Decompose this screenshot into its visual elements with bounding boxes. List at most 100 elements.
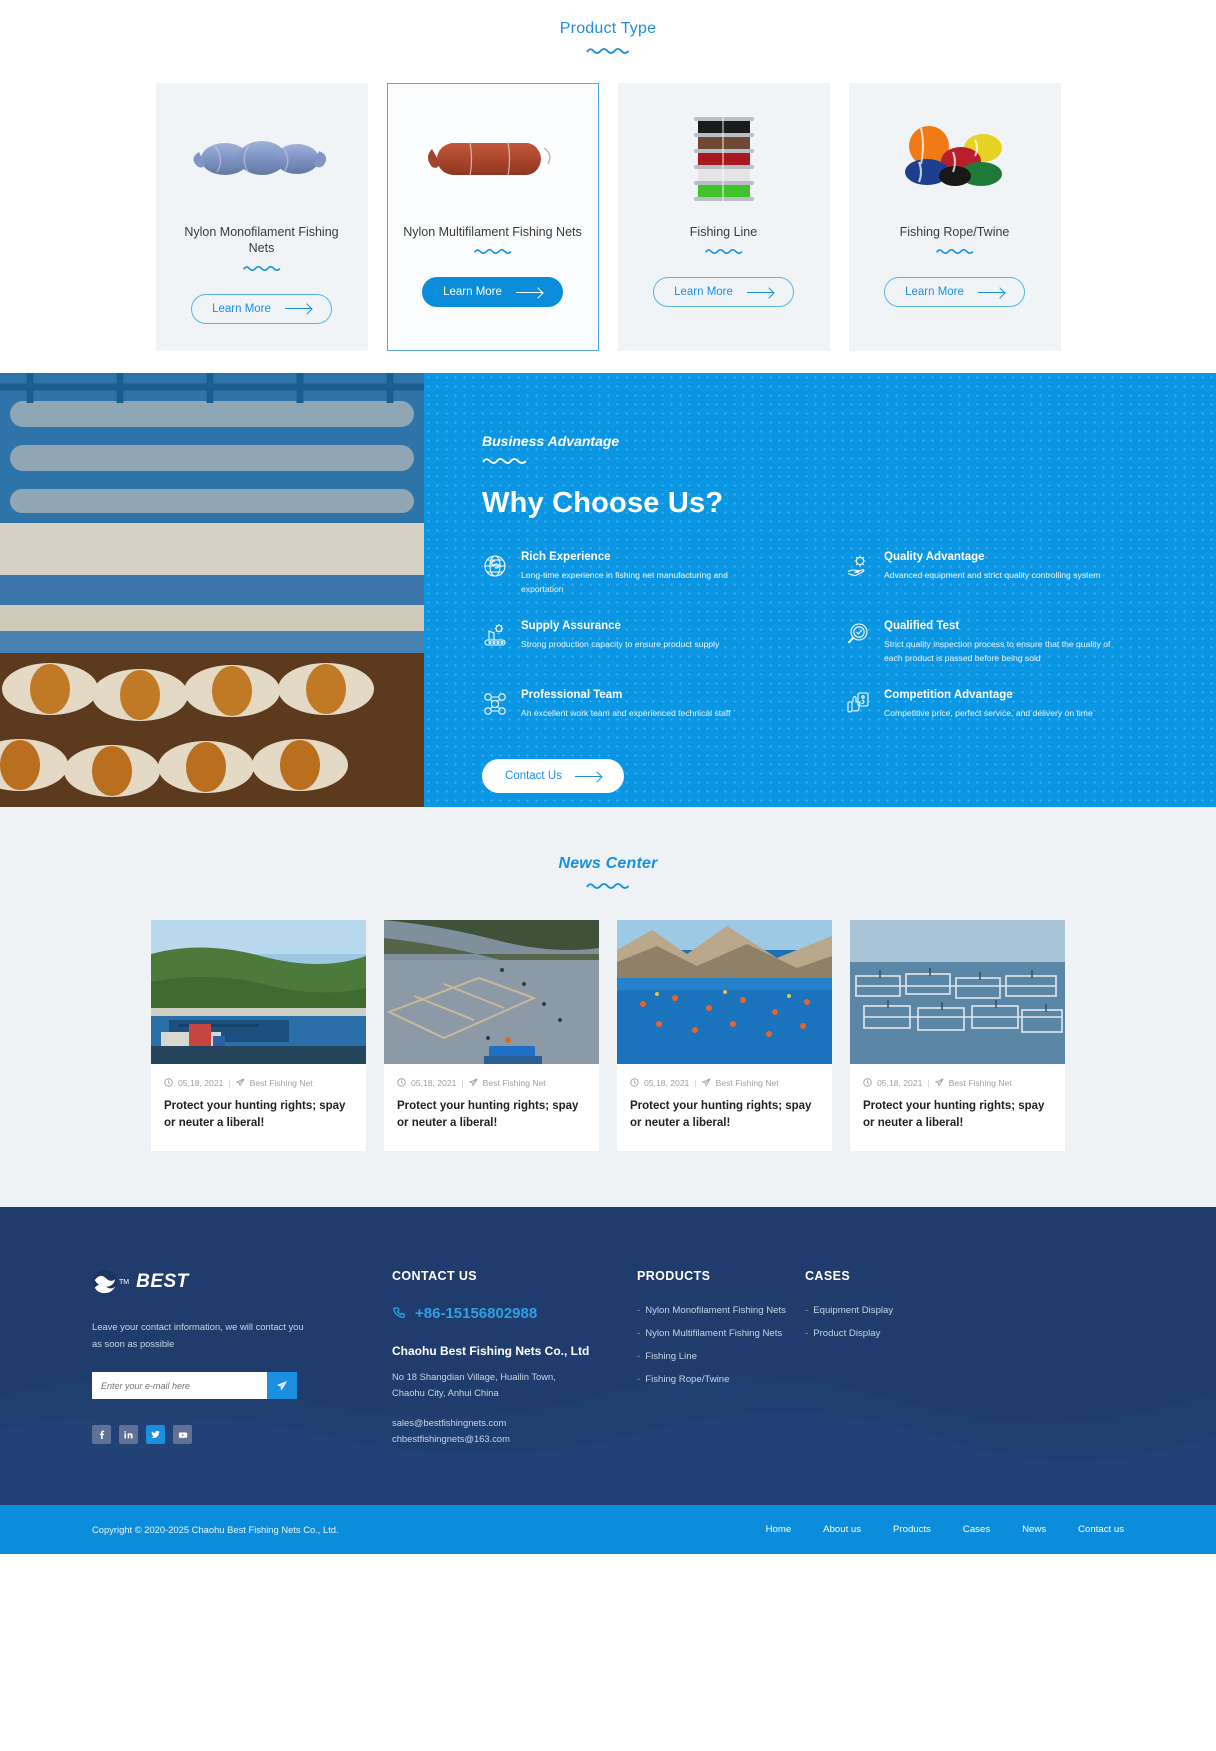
trademark-mark: TM [119,1278,130,1286]
phone-icon [393,1307,405,1319]
news-thumbnail [384,919,599,1064]
product-image-multi [402,110,584,206]
footer-company-name: Chaohu Best Fishing Nets Co., Ltd [392,1344,590,1359]
learn-more-button[interactable]: Learn More [884,277,1025,308]
subscribe-send-button[interactable] [267,1372,297,1400]
footer-address-line2: Chaohu City, Anhui China [392,1387,499,1399]
news-card[interactable]: 05,18, 2021 | Best Fishing Net Protect y… [151,919,366,1152]
news-headline: Protect your hunting rights; spay or neu… [397,1099,579,1130]
footer-nav-home[interactable]: Home [766,1524,792,1535]
feature-title: Competition Advantage [884,689,1013,702]
learn-more-label: Learn More [443,286,502,299]
linkedin-icon[interactable] [119,1425,138,1445]
wave-divider-icon [586,882,630,889]
footer-phone-number: +86-15156802988 [415,1305,538,1323]
email-input[interactable] [92,1372,267,1400]
page-title: Product Type [559,20,657,37]
news-thumbnail [617,919,832,1064]
product-card[interactable]: Nylon Multifilament Fishing Nets Learn M… [386,83,599,351]
news-card-list: 05,18, 2021 | Best Fishing Net Protect y… [0,919,1216,1152]
footer-product-label: Nylon Monofilament Fishing Nets [645,1305,786,1317]
feature-item: Rich Experience Long-time experience in … [482,551,811,596]
footer-case-label: Equipment Display [813,1305,894,1317]
news-card[interactable]: 05,18, 2021 | Best Fishing Net Protect y… [850,919,1065,1152]
learn-more-label: Learn More [212,302,271,315]
footer-product-link[interactable]: - Nylon Monofilament Fishing Nets [637,1305,805,1316]
footer-product-link[interactable]: - Fishing Line [637,1351,805,1362]
paper-plane-icon [276,1380,288,1390]
advantage-content: Business Advantage Why Choose Us? Rich E… [424,372,1216,807]
footer-case-link[interactable]: - Product Display [805,1328,955,1339]
meta-separator: | [228,1077,231,1088]
news-date: 05,18, 2021 [644,1077,690,1088]
subscribe-form[interactable] [92,1372,297,1400]
dash-marker: - [637,1374,641,1386]
footer-logo[interactable]: TM BEST [92,1269,392,1295]
footer-nav-contact[interactable]: Contact us [1078,1524,1124,1535]
footer-brand-column: TM BEST Leave your contact information, … [92,1269,392,1447]
news-card[interactable]: 05,18, 2021 | Best Fishing Net Protect y… [617,919,832,1152]
learn-more-button[interactable]: Learn More [653,277,794,308]
contact-us-label: Contact Us [505,770,562,783]
footer-nav-products[interactable]: Products [893,1524,931,1535]
footer-address-line1: No 18 Shangdian Village, Huailin Town, [392,1371,556,1383]
contact-us-button[interactable]: Contact Us [482,759,624,794]
footer-nav-about[interactable]: About us [823,1524,861,1535]
product-card[interactable]: Fishing Rope/Twine Learn More [848,83,1061,351]
meta-separator: | [694,1077,697,1088]
feature-item: Quality Advantage Advanced equipment and… [845,551,1174,596]
feature-title: Qualified Test [884,619,960,632]
news-headline: Protect your hunting rights; spay or neu… [863,1099,1045,1130]
footer-product-link[interactable]: - Fishing Rope/Twine [637,1374,805,1385]
footer-products-title: PRODUCTS [637,1269,711,1284]
footer-logo-text: BEST [136,1271,189,1293]
product-image-rope [864,110,1046,206]
footer-case-link[interactable]: - Equipment Display [805,1305,955,1316]
advantage-feature-grid: Rich Experience Long-time experience in … [482,551,1174,723]
learn-more-button[interactable]: Learn More [422,277,563,308]
feature-title: Professional Team [521,689,623,702]
footer-nav-news[interactable]: News [1022,1524,1046,1535]
news-meta: 05,18, 2021 | Best Fishing Net [863,1078,1052,1088]
wave-divider-icon [473,249,512,255]
footer-description: Leave your contact information, we will … [92,1321,304,1349]
news-meta: 05,18, 2021 | Best Fishing Net [630,1078,819,1088]
footer-cases-title: CASES [805,1269,851,1284]
product-card[interactable]: Fishing Line Learn More [617,83,830,351]
wave-divider-icon [935,249,974,255]
factory-gear-icon [482,620,508,665]
feature-desc: Strong production capacity to ensure pro… [521,638,720,649]
feature-desc: Strict quality inspection process to ens… [884,638,1111,664]
footer-product-link[interactable]: - Nylon Multifilament Fishing Nets [637,1328,805,1339]
clock-icon [164,1078,173,1087]
news-thumbnail [850,919,1065,1064]
send-icon [934,1078,944,1087]
news-heading: News Center [0,855,1216,890]
footer-nav-cases[interactable]: Cases [963,1524,990,1535]
learn-more-button[interactable]: Learn More [191,293,332,324]
clock-icon [863,1078,872,1087]
youtube-icon[interactable] [173,1425,192,1445]
feature-item: Qualified Test Strict quality inspection… [845,620,1174,665]
footer-email-1[interactable]: sales@bestfishingnets.com [392,1415,637,1431]
learn-more-label: Learn More [674,286,733,299]
footer-case-label: Product Display [813,1328,881,1340]
copyright-text: Copyright © 2020-2025 Chaohu Best Fishin… [92,1524,339,1536]
feature-desc: Long-time experience in fishing net manu… [521,569,728,594]
product-card[interactable]: Nylon Monofilament Fishing Nets Learn Mo… [155,83,368,351]
feature-desc: An excellent work team and experienced t… [521,708,731,719]
news-date: 05,18, 2021 [178,1077,224,1088]
news-thumbnail [151,919,366,1064]
send-icon [235,1078,245,1087]
feature-item: Competition Advantage Competitive price,… [845,689,1174,722]
facebook-icon[interactable] [92,1425,111,1445]
social-links [92,1425,392,1445]
feature-desc: Advanced equipment and strict quality co… [884,569,1101,580]
wave-logo-icon [92,1270,118,1295]
arrow-right-icon [746,288,773,297]
news-source: Best Fishing Net [948,1077,1012,1088]
news-card[interactable]: 05,18, 2021 | Best Fishing Net Protect y… [384,919,599,1152]
twitter-icon[interactable] [146,1425,165,1445]
footer-phone[interactable]: +86-15156802988 [392,1305,637,1322]
footer-email-2[interactable]: chbestfishingnets@163.com [392,1431,637,1447]
